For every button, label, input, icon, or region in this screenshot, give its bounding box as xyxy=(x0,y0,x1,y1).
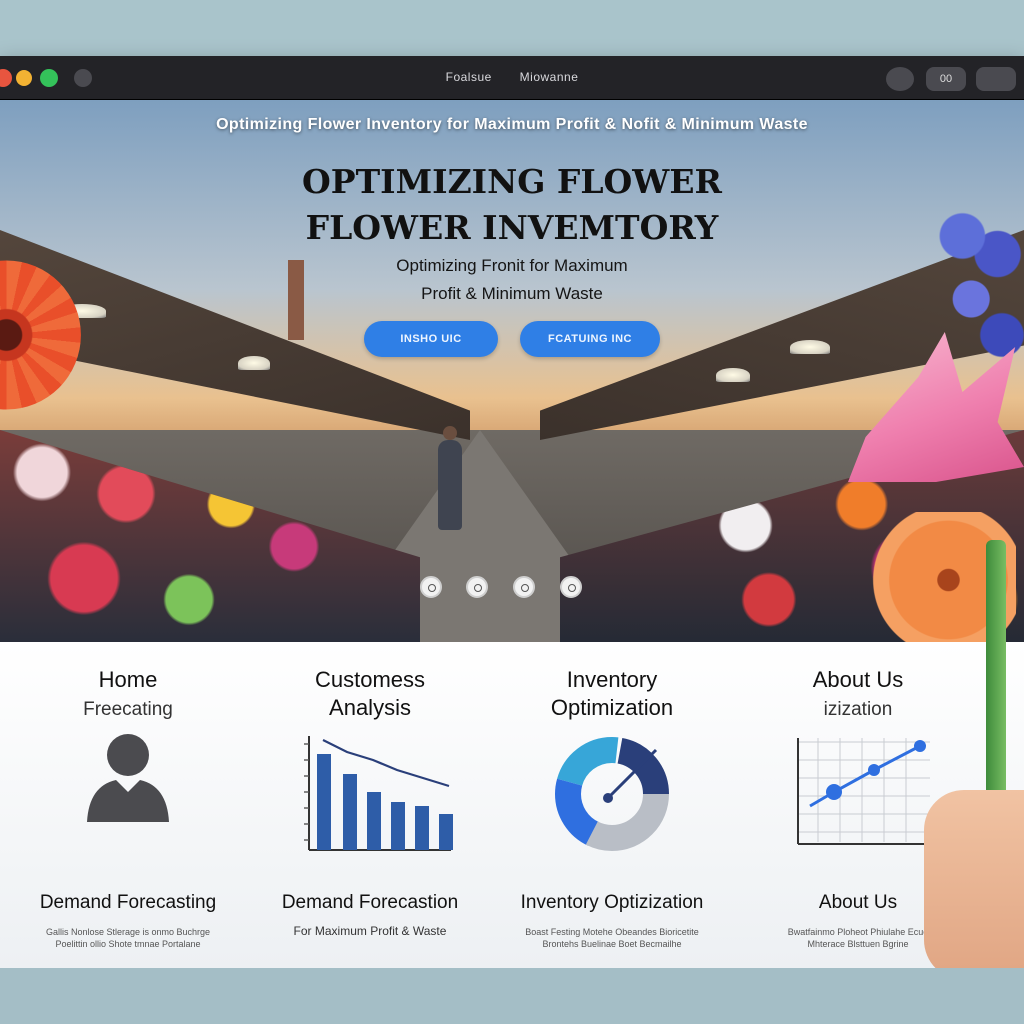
feature-description-line-1: Gallis Nonlose Stlerage is onmo Buchrge xyxy=(45,927,211,937)
hero-tagline: Optimizing Flower Inventory for Maximum … xyxy=(216,116,808,133)
chimney xyxy=(288,260,304,340)
feature-title: Inventory Optizization xyxy=(520,892,704,913)
primary-cta-button[interactable]: INSHO UIC xyxy=(364,321,498,357)
feature-nav-label[interactable]: Inventory xyxy=(492,666,732,694)
user-avatar-icon xyxy=(8,730,248,880)
feature-nav-label[interactable]: Customess xyxy=(250,666,490,694)
feature-nav-sublabel: izization xyxy=(823,699,893,720)
feature-nav-label[interactable]: About Us xyxy=(738,666,978,694)
donut-gauge-icon xyxy=(492,730,732,880)
shopper-figure xyxy=(438,426,462,530)
feature-card-home[interactable]: Home Freecating Demand Forecasting Galli… xyxy=(8,642,248,968)
feature-nav-label-line-2: Analysis xyxy=(329,695,411,720)
carousel-pager xyxy=(0,576,1024,600)
feature-nav-label-line-2: Optimization xyxy=(550,695,674,720)
feature-title: Demand Forecastion xyxy=(281,892,459,913)
hero-heading-line-1: OPTIMIZING FLOWER xyxy=(302,162,722,201)
toolbar-button-2[interactable] xyxy=(976,67,1016,91)
feature-nav-sublabel: Freecating xyxy=(83,699,173,720)
feature-description-line-2: Poelittin ollio Shote tmnae Portalane xyxy=(55,939,201,949)
lamp xyxy=(716,368,750,382)
browser-window: Foalsue Miowanne 00 Optimizing Flower In… xyxy=(0,56,1024,968)
window-title-right: Miowanne xyxy=(519,70,579,84)
feature-card-inventory-optimization[interactable]: Inventory Optimization Inventory Optiziz… xyxy=(492,642,732,968)
feature-description-line-1: Boast Festing Motehe Obeandes Bioricetit… xyxy=(525,927,699,937)
settings-icon[interactable] xyxy=(886,67,914,91)
hand-holding-flowers xyxy=(924,790,1024,980)
bar-chart-icon xyxy=(250,730,490,880)
secondary-cta-button[interactable]: FCATUING INC xyxy=(520,321,660,357)
lamp xyxy=(238,356,270,370)
features-section: Home Freecating Demand Forecasting Galli… xyxy=(0,642,1024,968)
feature-nav-label[interactable]: Home xyxy=(8,666,248,694)
carousel-dot-4[interactable] xyxy=(560,576,582,598)
carousel-dot-2[interactable] xyxy=(466,576,488,598)
hero-heading-line-2: FLOWER INVEMTORY xyxy=(305,208,719,247)
window-title: Foalsue Miowanne xyxy=(0,70,1024,84)
feature-card-customer-analysis[interactable]: Customess Analysis Demand Forecastion Fo… xyxy=(250,642,490,968)
carousel-dot-3[interactable] xyxy=(513,576,535,598)
carousel-dot-1[interactable] xyxy=(420,576,442,598)
hero-subheading-line-2: Profit & Minimum Waste xyxy=(421,284,603,303)
window-title-left: Foalsue xyxy=(445,70,492,84)
window-titlebar: Foalsue Miowanne 00 xyxy=(0,56,1024,100)
toolbar-button[interactable]: 00 xyxy=(926,67,966,91)
feature-description-line-2: Brontehs Buelinae Boet Becmailhe xyxy=(542,939,682,949)
feature-description-line-1: For Maximum Profit & Waste xyxy=(293,924,447,938)
feature-title: Demand Forecasting xyxy=(39,892,217,913)
desk-surface xyxy=(0,968,1024,1024)
hero-banner: Optimizing Flower Inventory for Maximum … xyxy=(0,100,1024,642)
lamp xyxy=(790,340,830,354)
hero-subheading-line-1: Optimizing Fronit for Maximum xyxy=(396,256,628,275)
